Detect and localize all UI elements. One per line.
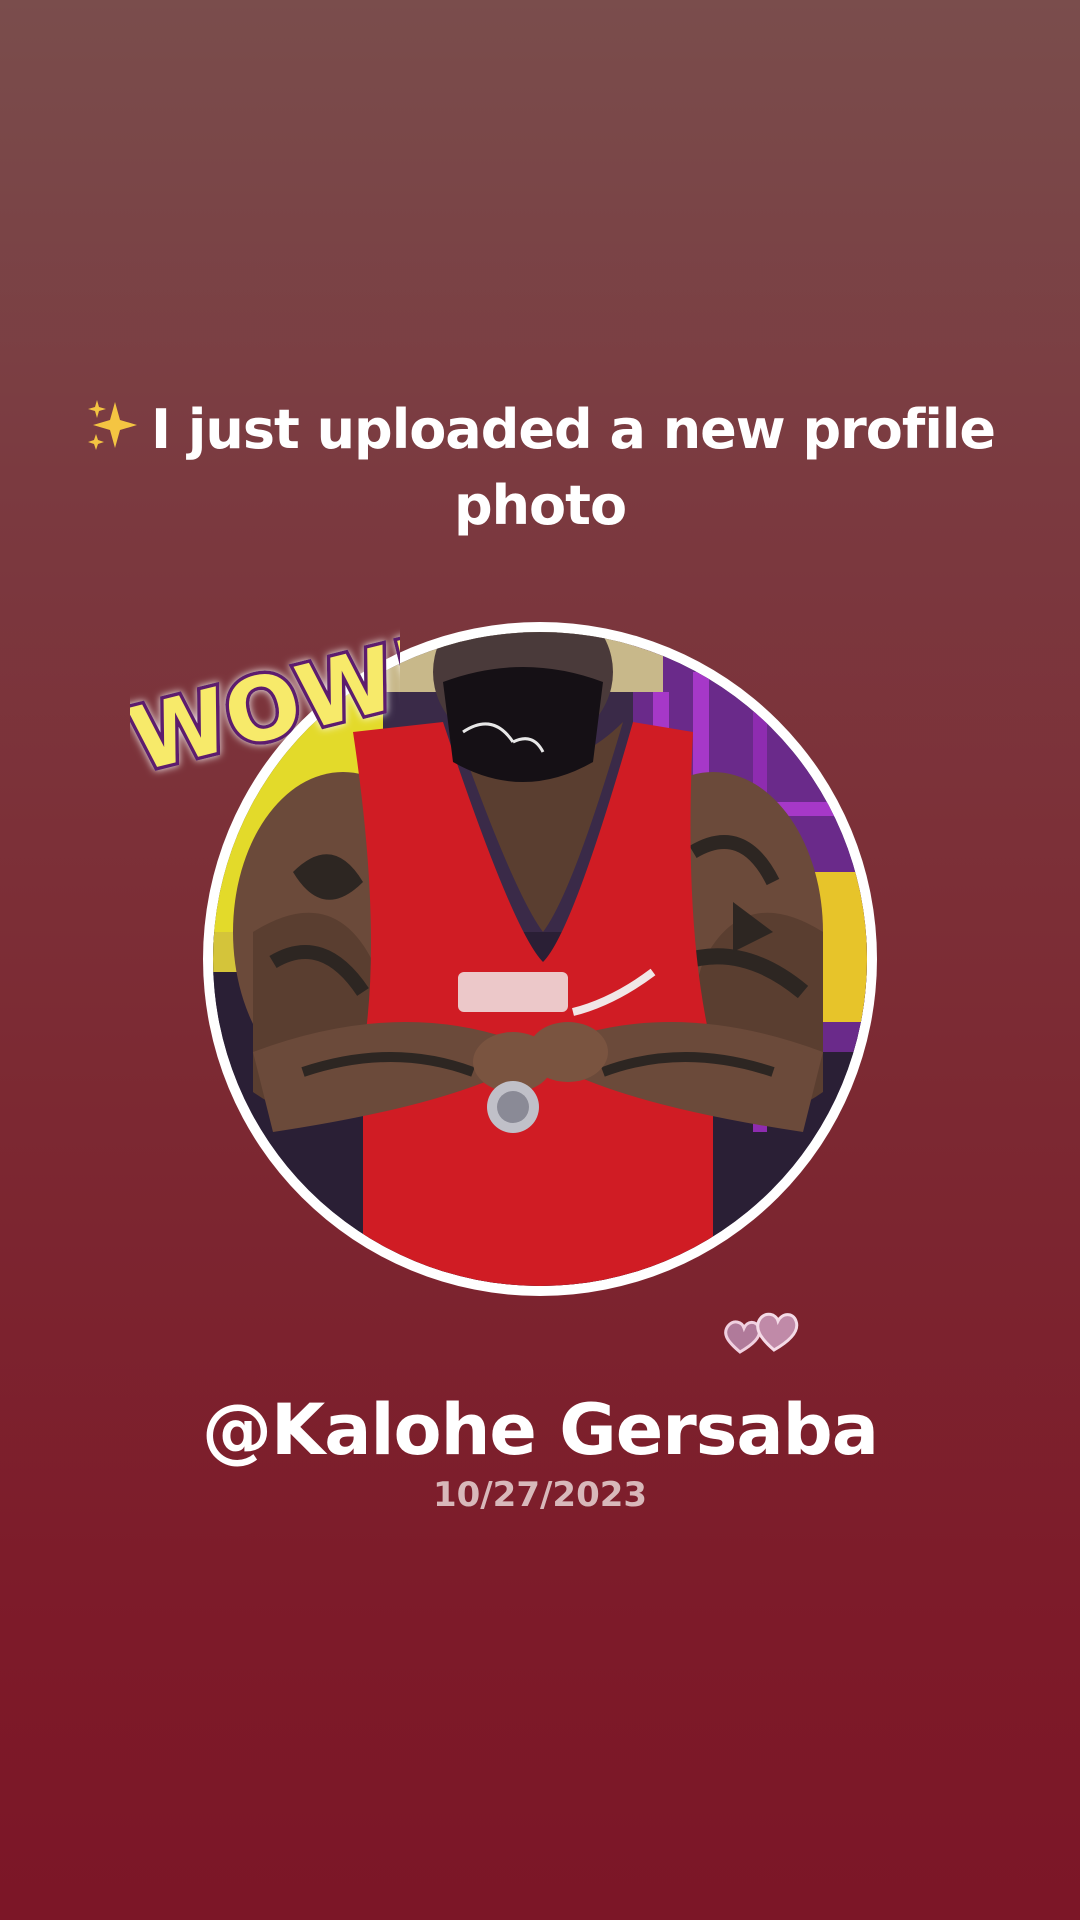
headline-text: I just uploaded a new profile photo (151, 398, 996, 537)
wow-sticker-text: WOW! (130, 617, 400, 785)
post-date: 10/27/2023 (432, 1475, 648, 1515)
hearts-icon (724, 1312, 799, 1354)
sparkles-icon (88, 400, 137, 450)
username: @Kalohe Gersaba (202, 1389, 879, 1471)
wow-sticker: WOW! (130, 613, 400, 785)
post-headline: I just uploaded a new profile photo (0, 392, 1080, 544)
